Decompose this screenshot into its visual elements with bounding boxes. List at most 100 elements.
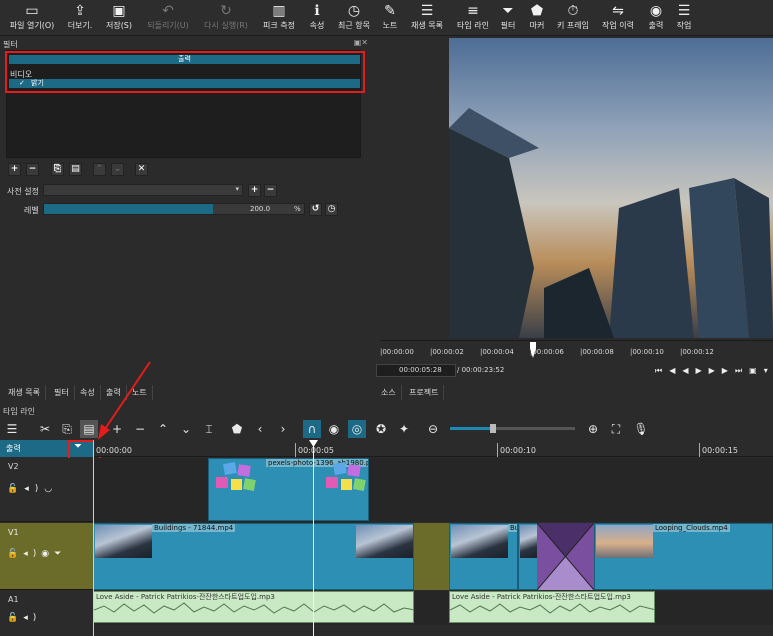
- add-filter-button[interactable]: +: [8, 163, 21, 176]
- clip-v1-buildings-2[interactable]: Bu: [449, 523, 518, 590]
- toolbar-button-filter[interactable]: ⏷ 필터: [496, 2, 520, 34]
- toolbar-button-clock[interactable]: ◷ 최근 항목: [334, 2, 374, 34]
- output-track-label: 출력: [6, 444, 21, 453]
- zoom-out-icon[interactable]: ⊖: [424, 420, 442, 438]
- clip-v1-clouds[interactable]: Looping_Clouds.mp4: [594, 523, 773, 590]
- toolbar-button-marker[interactable]: ⬟ 마커: [524, 2, 550, 34]
- clip-v2-image[interactable]: pexels-photo-1396_ab1980.png: [208, 458, 369, 521]
- note-icon: ✎: [384, 3, 396, 19]
- track-header-v1[interactable]: V1 🔓◂)◉⏷: [0, 523, 93, 590]
- filter-icon: ⏷: [502, 3, 514, 19]
- tab-right-1[interactable]: 프로젝트: [404, 385, 445, 400]
- prev-marker-icon[interactable]: ‹: [251, 420, 269, 438]
- timeline-playhead[interactable]: [313, 440, 314, 636]
- track-header-a1[interactable]: A1 🔓◂): [0, 591, 93, 625]
- zoom-in-icon[interactable]: ⊕: [584, 420, 602, 438]
- timeline-ruler-label: 00:00:15: [702, 446, 738, 455]
- audio-waveform: [94, 602, 413, 614]
- remove-filter-button[interactable]: −: [26, 163, 39, 176]
- track-v1-controls[interactable]: 🔓◂)◉⏷: [7, 549, 66, 559]
- info-icon: ℹ: [314, 3, 320, 19]
- split-icon[interactable]: ⌶: [200, 420, 218, 438]
- level-slider[interactable]: 200.0 %: [43, 203, 305, 215]
- marker-icon[interactable]: ⬟: [228, 420, 246, 438]
- track-name: V1: [8, 528, 19, 537]
- history-icon: ⇋: [612, 3, 624, 19]
- toolbar-button-folder-open[interactable]: ▭ 파일 열기(O): [4, 2, 60, 34]
- clip-thumbnail: [520, 525, 537, 558]
- toolbar-button-list[interactable]: ☰ 재생 목록: [406, 2, 448, 34]
- tab-left-1[interactable]: 필터: [49, 385, 75, 400]
- current-time-field[interactable]: 00:00:05:28: [376, 364, 456, 377]
- ripple-markers-icon[interactable]: ✦: [395, 420, 413, 438]
- clock-icon: ◷: [347, 3, 361, 19]
- cut-icon[interactable]: ✂: [36, 420, 54, 438]
- toolbar-button-label: 피크 측정: [263, 21, 295, 30]
- clip-v1-buildings[interactable]: Buildings - 71844.mp4: [93, 523, 414, 590]
- toolbar-button-info[interactable]: ℹ 속성: [304, 2, 330, 34]
- zoom-slider[interactable]: [450, 424, 575, 433]
- toolbar-button-timeline[interactable]: ≡ 타임 라인: [452, 2, 494, 34]
- toolbar-button-history[interactable]: ⇋ 작업 이력: [596, 2, 640, 34]
- copy-filter-button[interactable]: ⎘: [51, 163, 64, 176]
- video-preview[interactable]: [449, 38, 773, 338]
- overwrite-icon[interactable]: ⌄: [177, 420, 195, 438]
- toolbar-button-export-more[interactable]: ⇪ 더보기.: [62, 2, 98, 34]
- toolbar-button-export[interactable]: ◉ 출력: [645, 2, 667, 34]
- level-label: 레벨: [24, 206, 39, 215]
- clip-v1-segment[interactable]: [518, 523, 538, 590]
- move-filter-down-button[interactable]: ⌄: [111, 163, 124, 176]
- toolbar-button-stopwatch[interactable]: ⏱ 키 프레임: [554, 2, 592, 34]
- left-tab-bar: 재생 목록 필터 속성 출력 노트: [3, 385, 373, 400]
- player-ruler-label: |00:00:04: [480, 348, 514, 356]
- player-ruler[interactable]: |00:00:00 |00:00:02 |00:00:04 |00:00:06 |00:…: [380, 340, 773, 362]
- move-filter-up-button[interactable]: ⌃: [93, 163, 106, 176]
- tab-left-0[interactable]: 재생 목록: [3, 385, 46, 400]
- reset-level-icon[interactable]: ↺: [309, 203, 322, 216]
- transition-crossfade[interactable]: [537, 523, 594, 590]
- snap-icon[interactable]: ∩: [303, 420, 321, 438]
- timeline-start-line: [93, 440, 94, 636]
- main-toolbar: ▭ 파일 열기(O) ⇪ 더보기. ▣ 저장(S) ↶ 되돌리기(U) ↻ 다시 실행(R) ▥ 피크…: [0, 0, 773, 36]
- panel-float-close-icon[interactable]: ▣✕: [354, 38, 368, 47]
- audio-waveform: [450, 603, 654, 614]
- track-a1-controls[interactable]: 🔓◂): [7, 613, 41, 623]
- toolbar-button-note[interactable]: ✎ 노트: [379, 2, 401, 34]
- toolbar-button-jobs[interactable]: ☰ 작업: [671, 2, 697, 34]
- toolbar-button-undo[interactable]: ↶ 되돌리기(U): [142, 2, 194, 34]
- lift-icon[interactable]: ⌃: [154, 420, 172, 438]
- tab-right-0[interactable]: 소스: [376, 385, 402, 400]
- ruler-tick: [497, 443, 498, 457]
- next-marker-icon[interactable]: ›: [274, 420, 292, 438]
- track-v2-controls[interactable]: 🔓◂)◡: [7, 484, 58, 494]
- keyframe-level-icon[interactable]: ◷: [325, 203, 338, 216]
- ruler-tick: [699, 443, 700, 457]
- delete-preset-button[interactable]: −: [264, 184, 277, 197]
- clip-a1-music-1[interactable]: Love Aside - Patrick Patrikios-잔잔한스타트업도입…: [93, 591, 414, 623]
- toolbar-button-save[interactable]: ▣ 저장(S): [100, 2, 138, 34]
- zoom-slider-handle[interactable]: [490, 424, 496, 433]
- undo-icon: ↶: [162, 3, 174, 19]
- scrub-icon[interactable]: ◉: [325, 420, 343, 438]
- record-audio-icon[interactable]: 🎙: [632, 420, 650, 438]
- toolbar-button-redo[interactable]: ↻ 다시 실행(R): [198, 2, 254, 34]
- deselect-filter-button[interactable]: ✕: [135, 163, 148, 176]
- copy-icon[interactable]: ⎘: [58, 420, 76, 438]
- menu-icon[interactable]: ☰: [3, 420, 21, 438]
- transport-controls[interactable]: ⏮◀◀▶▶▶⏭▣▾▥: [655, 366, 773, 376]
- ripple-icon[interactable]: ◎: [348, 420, 366, 438]
- zoom-fit-icon[interactable]: ⛶: [607, 420, 625, 438]
- clip-a1-music-2[interactable]: Love Aside - Patrick Patrikios-잔잔한스타트업도입…: [449, 591, 655, 623]
- track-header-v2[interactable]: V2 🔓◂)◡: [0, 458, 93, 522]
- toolbar-button-label: 되돌리기(U): [147, 21, 189, 30]
- timeline-ruler[interactable]: 00:00:00 00:00:05 00:00:10 00:00:15: [93, 440, 773, 457]
- toolbar-button-peak-meter[interactable]: ▥ 피크 측정: [256, 2, 302, 34]
- ripple-all-icon[interactable]: ✪: [372, 420, 390, 438]
- list-icon: ☰: [420, 3, 434, 19]
- preset-select[interactable]: ▾: [43, 184, 243, 196]
- player-ruler-label: |00:00:08: [580, 348, 614, 356]
- save-preset-button[interactable]: +: [248, 184, 261, 197]
- paste-filter-button[interactable]: ▤: [69, 163, 82, 176]
- right-tab-bar: 소스 프로젝트: [376, 385, 476, 400]
- track-name: V2: [8, 462, 19, 471]
